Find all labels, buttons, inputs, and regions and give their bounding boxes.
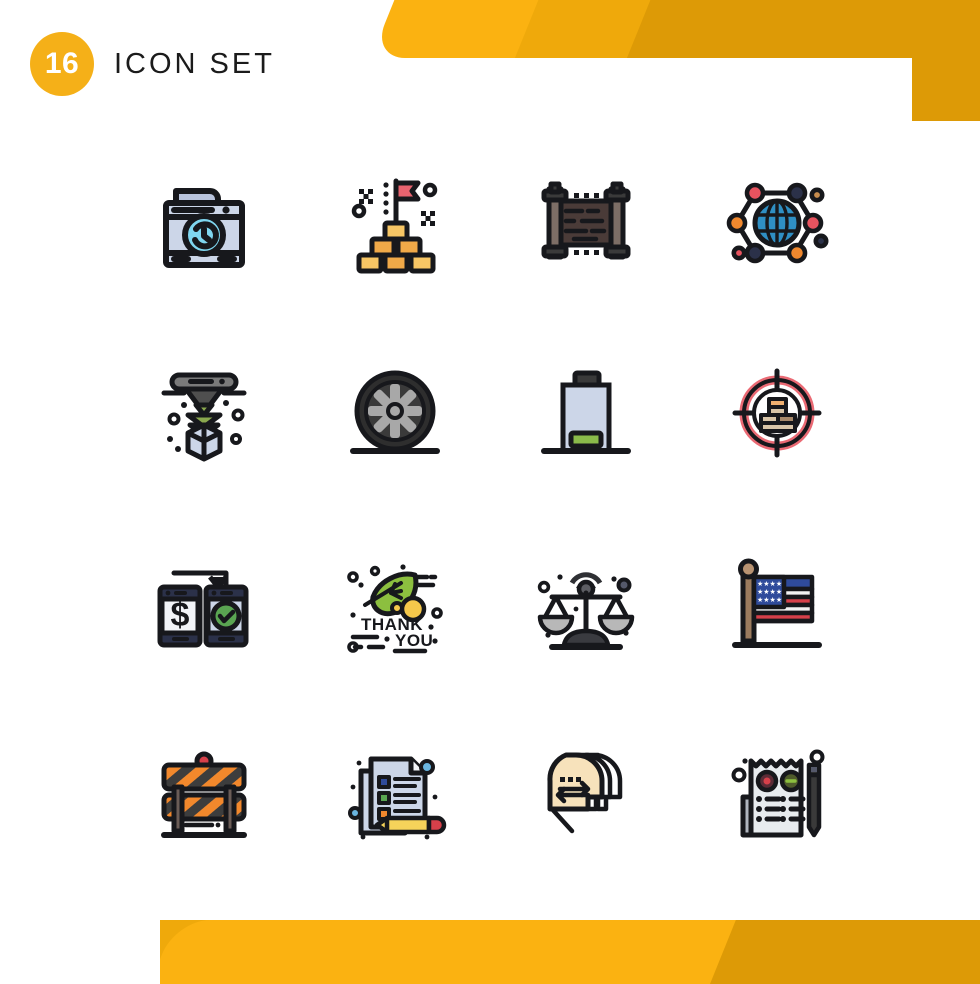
right-ribbon-bar (912, 0, 980, 121)
icon-cell-3d-printer[interactable] (108, 318, 299, 508)
icon-cell-washing-machine[interactable] (108, 128, 299, 318)
icon-cell-wooden-fence[interactable] (490, 128, 681, 318)
icon-cell-survey-pen[interactable] (681, 698, 872, 888)
svg-text:$: $ (170, 596, 189, 634)
icon-cell-wheel[interactable] (299, 318, 490, 508)
icon-cell-gold-bars-flag[interactable] (299, 128, 490, 318)
icon-count-badge: 16 (30, 32, 94, 96)
icon-cell-checklist-pencil[interactable] (299, 698, 490, 888)
icon-cell-heads-exchange[interactable] (490, 698, 681, 888)
icon-grid: $ THANK YOU ★★★★ ★★★★ ★★★★ (108, 128, 872, 888)
bottom-ribbon-light (150, 920, 736, 984)
page-title: Icon Set (114, 47, 275, 80)
icon-cell-justice-scales[interactable] (490, 508, 681, 698)
icon-cell-road-barrier[interactable] (108, 698, 299, 888)
icon-cell-usa-flag[interactable]: ★★★★ ★★★★ ★★★★ (681, 508, 872, 698)
poster-canvas: 16 Icon Set (0, 0, 980, 984)
icon-cell-mobile-payment[interactable]: $ (108, 508, 299, 698)
svg-text:★★★★: ★★★★ (757, 580, 782, 588)
bottom-ribbon-left-cap (0, 920, 160, 984)
icon-cell-global-network[interactable] (681, 128, 872, 318)
svg-text:★★★★: ★★★★ (757, 588, 782, 596)
icon-cell-thank-you-leaf[interactable]: THANK YOU (299, 508, 490, 698)
you-text: YOU (395, 631, 433, 650)
icon-cell-low-battery[interactable] (490, 318, 681, 508)
svg-text:★★★★: ★★★★ (757, 596, 782, 604)
icon-cell-target-stack[interactable] (681, 318, 872, 508)
poster-header: 16 Icon Set (30, 32, 275, 96)
